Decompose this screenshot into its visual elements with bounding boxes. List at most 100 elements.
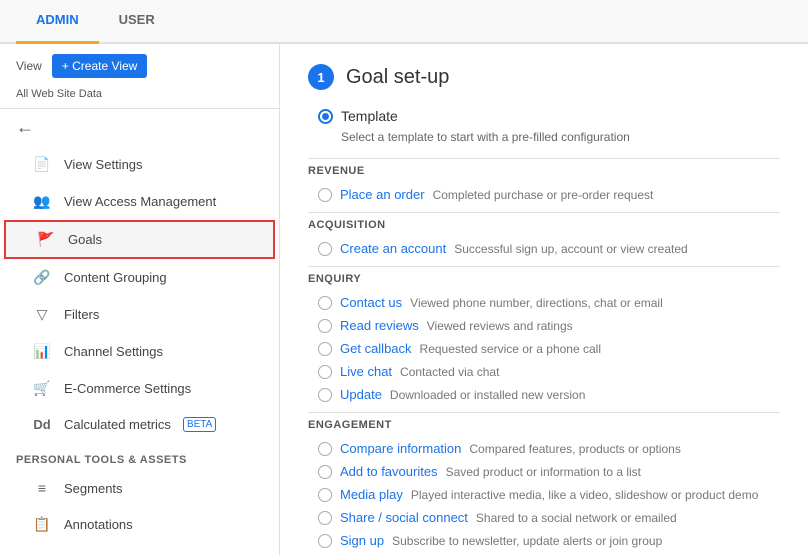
content-grouping-icon: 🔗 xyxy=(32,269,52,286)
option-radio-share-social[interactable] xyxy=(318,511,332,525)
option-radio-create-account[interactable] xyxy=(318,242,332,256)
filters-icon: ▽ xyxy=(32,306,52,323)
engagement-divider xyxy=(308,412,780,413)
option-read-reviews[interactable]: Read reviews Viewed reviews and ratings xyxy=(308,314,780,337)
option-compare-information[interactable]: Compare information Compared features, p… xyxy=(308,437,780,460)
template-radio-button[interactable] xyxy=(318,109,333,124)
sidebar-item-filters[interactable]: ▽ Filters xyxy=(0,296,279,333)
option-contact-us[interactable]: Contact us Viewed phone number, directio… xyxy=(308,291,780,314)
view-settings-label: View Settings xyxy=(64,157,143,172)
option-radio-place-order[interactable] xyxy=(318,188,332,202)
personal-section-title: PERSONAL TOOLS & ASSETS xyxy=(0,442,279,470)
option-radio-update[interactable] xyxy=(318,388,332,402)
calculated-metrics-icon: Dd xyxy=(32,417,52,432)
ecommerce-label: E-Commerce Settings xyxy=(64,381,191,396)
enquiry-section-label: ENQUIRY xyxy=(308,273,780,285)
enquiry-divider xyxy=(308,266,780,267)
sidebar-view-row: View + Create View xyxy=(0,44,279,88)
option-add-favourites[interactable]: Add to favourites Saved product or infor… xyxy=(308,460,780,483)
back-arrow-icon[interactable]: ← xyxy=(16,117,34,137)
option-main-compare-info: Compare information xyxy=(340,441,461,456)
option-main-live-chat: Live chat xyxy=(340,364,392,379)
create-view-button[interactable]: + Create View xyxy=(52,54,148,78)
option-update[interactable]: Update Downloaded or installed new versi… xyxy=(308,383,780,406)
option-desc-share-social: Shared to a social network or emailed xyxy=(476,511,677,525)
option-main-create-account: Create an account xyxy=(340,241,446,256)
view-label: View xyxy=(16,59,42,73)
option-radio-compare-info[interactable] xyxy=(318,442,332,456)
option-main-get-callback: Get callback xyxy=(340,341,412,356)
sidebar-item-channel-settings[interactable]: 📊 Channel Settings xyxy=(0,333,279,370)
main-layout: View + Create View All Web Site Data ← 📄… xyxy=(0,44,808,555)
filters-label: Filters xyxy=(64,307,99,322)
option-desc-place-order: Completed purchase or pre-order request xyxy=(433,188,654,202)
sidebar: View + Create View All Web Site Data ← 📄… xyxy=(0,44,280,555)
template-label: Template xyxy=(341,108,398,124)
option-desc-read-reviews: Viewed reviews and ratings xyxy=(427,319,573,333)
sidebar-item-view-access[interactable]: 👥 View Access Management xyxy=(0,183,279,220)
acquisition-section-label: ACQUISITION xyxy=(308,219,780,231)
option-radio-media-play[interactable] xyxy=(318,488,332,502)
sidebar-item-segments[interactable]: ≡ Segments xyxy=(0,470,279,506)
option-radio-get-callback[interactable] xyxy=(318,342,332,356)
option-radio-read-reviews[interactable] xyxy=(318,319,332,333)
content-area: 1 Goal set-up Template Select a template… xyxy=(280,44,808,555)
option-main-media-play: Media play xyxy=(340,487,403,502)
back-arrow-row: ← xyxy=(0,109,279,146)
option-desc-create-account: Successful sign up, account or view crea… xyxy=(454,242,687,256)
sidebar-item-ecommerce[interactable]: 🛒 E-Commerce Settings xyxy=(0,370,279,407)
option-radio-sign-up[interactable] xyxy=(318,534,332,548)
option-live-chat[interactable]: Live chat Contacted via chat xyxy=(308,360,780,383)
sidebar-item-content-grouping[interactable]: 🔗 Content Grouping xyxy=(0,259,279,296)
option-main-read-reviews: Read reviews xyxy=(340,318,419,333)
option-share-social[interactable]: Share / social connect Shared to a socia… xyxy=(308,506,780,529)
tab-admin[interactable]: ADMIN xyxy=(16,0,99,44)
calculated-metrics-label: Calculated metrics xyxy=(64,417,171,432)
goal-setup-header: 1 Goal set-up xyxy=(308,64,780,90)
option-create-account[interactable]: Create an account Successful sign up, ac… xyxy=(308,237,780,260)
option-desc-add-favourites: Saved product or information to a list xyxy=(446,465,641,479)
sidebar-item-view-settings[interactable]: 📄 View Settings xyxy=(0,146,279,183)
annotations-icon: 📋 xyxy=(32,516,52,533)
option-radio-live-chat[interactable] xyxy=(318,365,332,379)
channel-settings-icon: 📊 xyxy=(32,343,52,360)
option-media-play[interactable]: Media play Played interactive media, lik… xyxy=(308,483,780,506)
template-radio-row[interactable]: Template xyxy=(308,108,780,124)
acquisition-divider xyxy=(308,212,780,213)
option-sign-up[interactable]: Sign up Subscribe to newsletter, update … xyxy=(308,529,780,552)
step-circle: 1 xyxy=(308,64,334,90)
option-main-share-social: Share / social connect xyxy=(340,510,468,525)
goal-setup-title: Goal set-up xyxy=(346,66,449,89)
option-place-order[interactable]: Place an order Completed purchase or pre… xyxy=(308,183,780,206)
template-description: Select a template to start with a pre-fi… xyxy=(308,130,780,144)
segments-icon: ≡ xyxy=(32,480,52,496)
sidebar-item-annotations[interactable]: 📋 Annotations xyxy=(0,506,279,543)
option-main-contact-us: Contact us xyxy=(340,295,402,310)
ecommerce-icon: 🛒 xyxy=(32,380,52,397)
tab-user[interactable]: USER xyxy=(99,0,175,42)
view-access-icon: 👥 xyxy=(32,193,52,210)
view-access-label: View Access Management xyxy=(64,194,216,209)
option-radio-add-favourites[interactable] xyxy=(318,465,332,479)
annotations-label: Annotations xyxy=(64,517,133,532)
option-desc-live-chat: Contacted via chat xyxy=(400,365,499,379)
engagement-section-label: ENGAGEMENT xyxy=(308,419,780,431)
content-grouping-label: Content Grouping xyxy=(64,270,167,285)
sidebar-item-goals[interactable]: 🚩 Goals xyxy=(4,220,275,259)
all-web-label: All Web Site Data xyxy=(0,88,279,109)
beta-badge: BETA xyxy=(183,417,216,432)
option-main-update: Update xyxy=(340,387,382,402)
option-main-sign-up: Sign up xyxy=(340,533,384,548)
option-desc-get-callback: Requested service or a phone call xyxy=(420,342,601,356)
revenue-section-label: REVENUE xyxy=(308,165,780,177)
option-desc-compare-info: Compared features, products or options xyxy=(469,442,680,456)
goals-icon: 🚩 xyxy=(36,231,56,248)
view-settings-icon: 📄 xyxy=(32,156,52,173)
goals-label: Goals xyxy=(68,232,102,247)
option-radio-contact-us[interactable] xyxy=(318,296,332,310)
sidebar-item-calculated-metrics[interactable]: Dd Calculated metrics BETA xyxy=(0,407,279,442)
option-get-callback[interactable]: Get callback Requested service or a phon… xyxy=(308,337,780,360)
revenue-divider xyxy=(308,158,780,159)
option-desc-update: Downloaded or installed new version xyxy=(390,388,585,402)
option-desc-sign-up: Subscribe to newsletter, update alerts o… xyxy=(392,534,662,548)
